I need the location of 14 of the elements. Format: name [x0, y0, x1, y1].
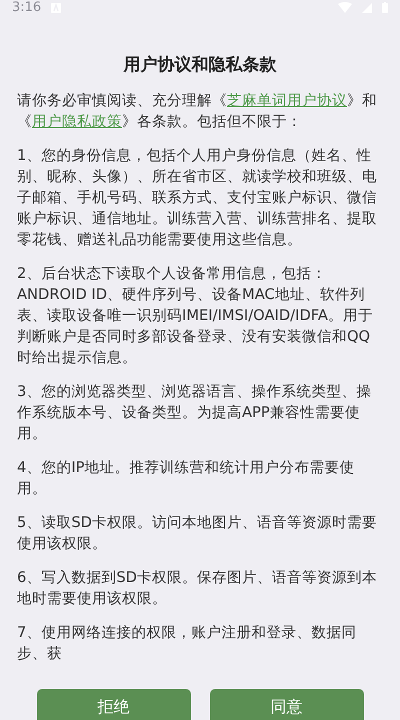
terms-paragraph: 5、读取SD卡权限。访问本地图片、语音等资源时需要使用该权限。 — [17, 513, 378, 554]
intro-paragraph: 请你务必审慎阅读、充分理解《芝麻单词用户协议》和《用户隐私政策》各条款。包括但不限于： — [17, 91, 378, 132]
terms-paragraph: 4、您的IP地址。推荐训练营和统计用户分布需要使用。 — [17, 458, 356, 499]
agreement-link[interactable]: 用户隐私政策 — [32, 113, 122, 130]
terms-paragraph: 2、后台状态下读取个人设备常用信息，包括：ANDROID ID、硬件序列号、设备MAC地址、软件列表、读取设备唯一识别码IMEI/IMSI/OAID/IDFA。用于判断账户是否同时多部设备登录、没有安装微信和QQ时给出提示信息。 — [17, 264, 374, 368]
agree-button[interactable]: 同意 — [210, 689, 364, 720]
reject-button[interactable]: 拒绝 — [36, 689, 190, 720]
dialog-title: 用户协议和隐私条款 — [122, 54, 278, 76]
terms-paragraph: 6、写入数据到SD卡权限。保存图片、语音等资源到本地时需要使用该权限。 — [17, 568, 378, 609]
terms-paragraph: 7、使用网络连接的权限，账户注册和登录、数据同步、获 — [17, 623, 358, 664]
status-time: 3:16 — [12, 0, 42, 15]
agreement-link[interactable]: 芝麻单词用户协议 — [227, 92, 347, 109]
terms-paragraph: 1、您的身份信息，包括个人用户身份信息（姓名、性别、昵称、头像）、所在省市区、就读学校和班级、电子邮箱、手机号码、联系方式、支付宝账户标识、微信账户标识、通信地址。训练营入营、训练营排名、提取零花钱、赠送礼品功能需要使用这些信息。 — [17, 146, 378, 250]
terms-paragraph: 3、您的浏览器类型、浏览器语言、操作系统类型、操作系统版本号、设备类型。为提高APP兼容性需要使用。 — [17, 382, 372, 444]
